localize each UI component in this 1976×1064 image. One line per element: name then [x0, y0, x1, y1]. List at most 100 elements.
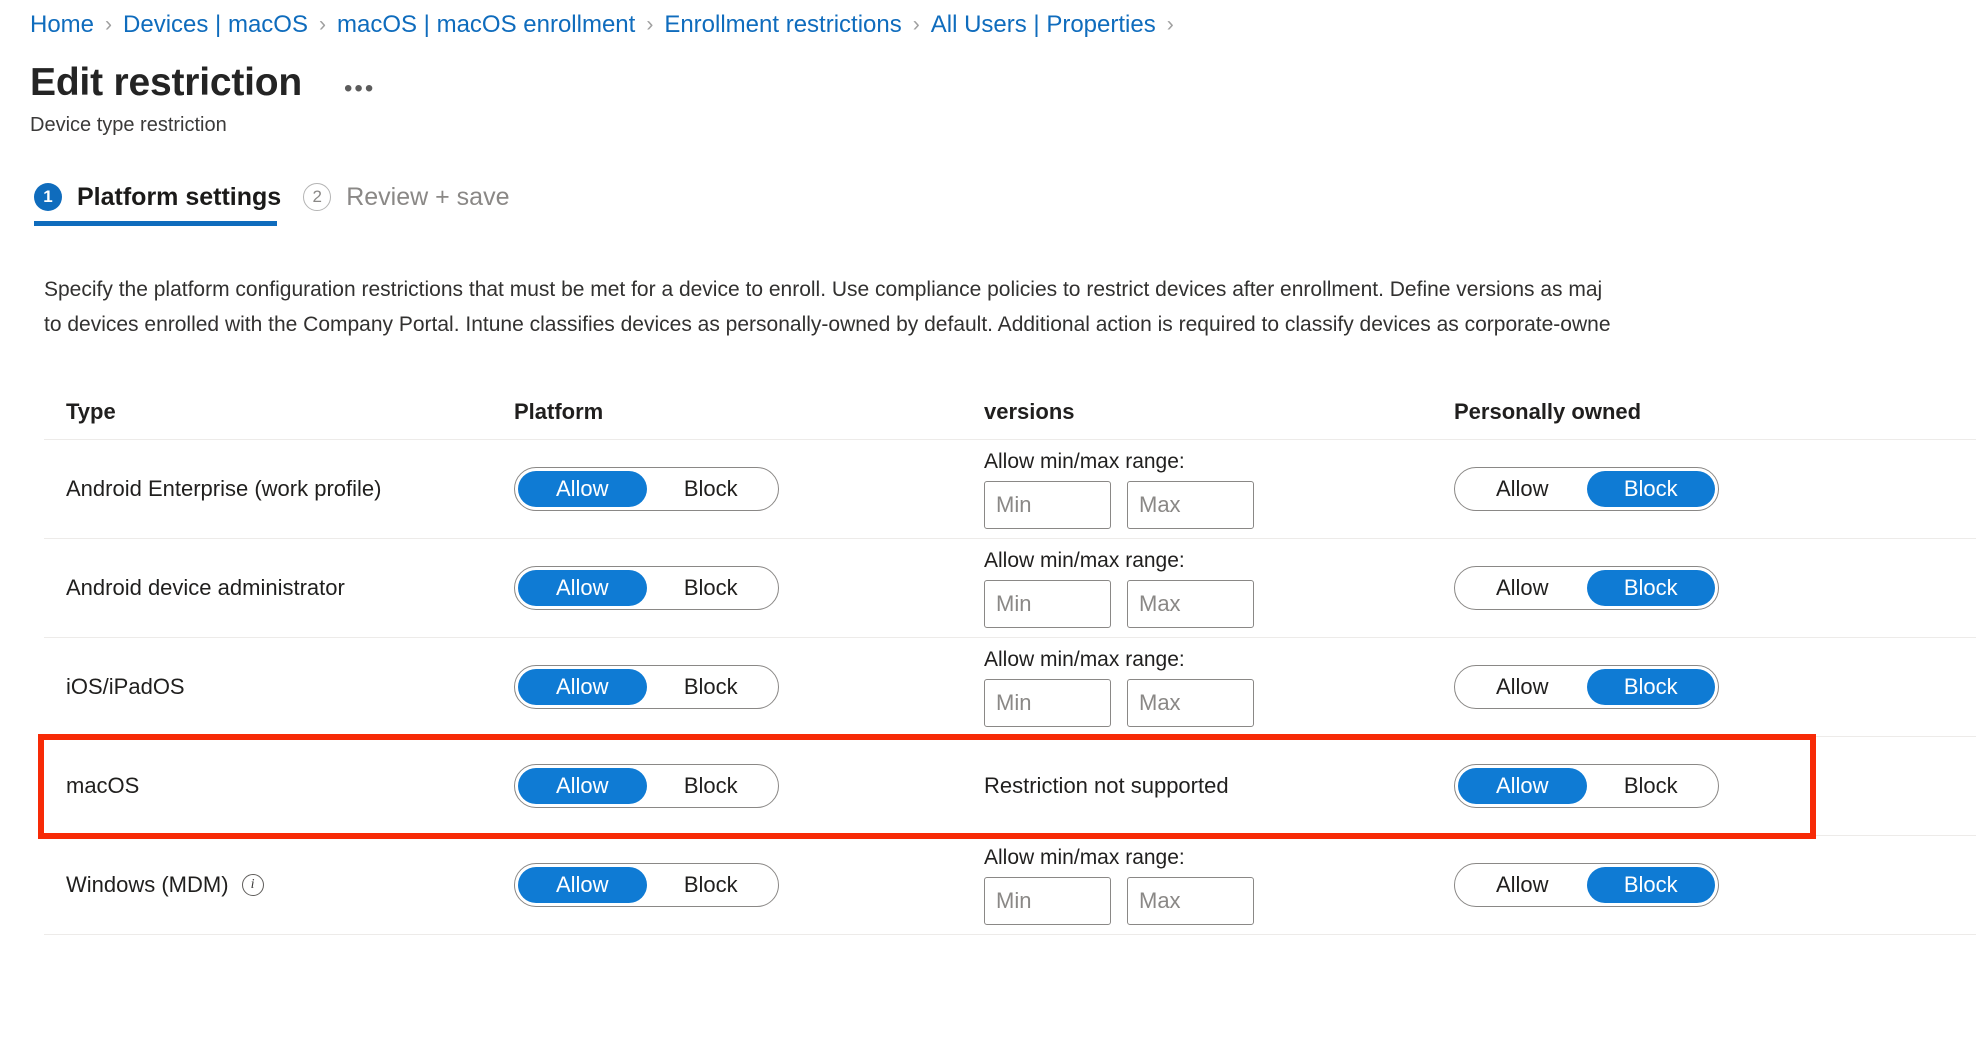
version-range-label: Allow min/max range: — [984, 846, 1185, 869]
max-version-input[interactable] — [1127, 580, 1254, 628]
row-type-cell: iOS/iPadOS — [44, 673, 514, 701]
version-range-label: Allow min/max range: — [984, 450, 1185, 473]
platform-toggle-allow-option[interactable]: Allow — [518, 570, 647, 606]
wizard-step-1-label: Platform settings — [77, 183, 282, 211]
column-header-type: Type — [66, 399, 116, 424]
row-platform-cell: Allow Block — [514, 863, 984, 907]
platform-toggle-allow-option[interactable]: Allow — [518, 768, 647, 804]
table-row: iOS/iPadOS Allow Block Allow min/max range:… — [44, 638, 1976, 737]
breadcrumb-item-1[interactable]: Devices | macOS — [123, 10, 308, 40]
description-text: Specify the platform configuration restr… — [44, 272, 1976, 342]
min-version-input[interactable] — [984, 580, 1111, 628]
row-type-cell: Windows (MDM) i — [44, 871, 514, 899]
row-type-label: Windows (MDM) — [66, 872, 229, 897]
column-header-platform: Platform — [514, 399, 604, 424]
max-version-input[interactable] — [1127, 877, 1254, 925]
row-versions-cell: Restriction not supported — [984, 773, 1454, 799]
row-platform-cell: Allow Block — [514, 764, 984, 808]
min-version-input[interactable] — [984, 679, 1111, 727]
wizard-step-2[interactable]: 2 Review + save — [299, 182, 527, 226]
personally-owned-toggle[interactable]: Allow Block — [1454, 566, 1719, 610]
platform-toggle[interactable]: Allow Block — [514, 665, 779, 709]
breadcrumb-item-4[interactable]: All Users | Properties — [931, 10, 1156, 40]
personally-owned-toggle-block-option[interactable]: Block — [1586, 471, 1715, 507]
personally-owned-toggle-block-option[interactable]: Block — [1586, 570, 1715, 606]
wizard-step-2-label: Review + save — [346, 183, 510, 211]
row-type-label: iOS/iPadOS — [66, 674, 185, 699]
version-range-label: Allow min/max range: — [984, 648, 1185, 671]
platform-toggle-allow-option[interactable]: Allow — [518, 669, 647, 705]
row-type-label: Android device administrator — [66, 575, 345, 600]
row-versions-cell: Allow min/max range: — [984, 548, 1454, 628]
row-personally-owned-cell: Allow Block — [1454, 467, 1934, 511]
min-version-input[interactable] — [984, 877, 1111, 925]
platform-toggle-allow-option[interactable]: Allow — [518, 867, 647, 903]
personally-owned-toggle-block-option[interactable]: Block — [1587, 768, 1716, 804]
platform-toggle[interactable]: Allow Block — [514, 764, 779, 808]
table-row: Android device administrator Allow Block Al… — [44, 539, 1976, 638]
row-personally-owned-cell: Allow Block — [1454, 863, 1934, 907]
max-version-input[interactable] — [1127, 481, 1254, 529]
column-header-personally-owned: Personally owned — [1454, 399, 1642, 424]
platform-toggle-block-option[interactable]: Block — [647, 768, 776, 804]
platform-toggle-allow-option[interactable]: Allow — [518, 471, 647, 507]
version-range-label: Allow min/max range: — [984, 549, 1185, 572]
personally-owned-toggle[interactable]: Allow Block — [1454, 764, 1719, 808]
versions-status-text: Restriction not supported — [984, 773, 1229, 798]
breadcrumb-item-2[interactable]: macOS | macOS enrollment — [337, 10, 635, 40]
version-range-inputs — [984, 679, 1454, 727]
page-title: Edit restriction — [30, 61, 303, 104]
personally-owned-toggle[interactable]: Allow Block — [1454, 863, 1719, 907]
wizard-step-1[interactable]: 1 Platform settings — [30, 182, 299, 226]
table-header-row: Type Platform versions Personally owned — [44, 380, 1976, 440]
version-range-inputs — [984, 877, 1454, 925]
page-subtitle: Device type restriction — [30, 114, 227, 136]
wizard-step-1-number: 1 — [34, 183, 62, 211]
page-header: Edit restriction ••• Device type restric… — [0, 42, 1976, 138]
breadcrumb-separator-icon: › — [646, 13, 654, 36]
table-row: Windows (MDM) i Allow Block Allow min/max ra… — [44, 836, 1976, 935]
max-version-input[interactable] — [1127, 679, 1254, 727]
row-type-cell: Android device administrator — [44, 574, 514, 602]
more-actions-icon[interactable]: ••• — [344, 77, 375, 101]
personally-owned-toggle-allow-option[interactable]: Allow — [1458, 867, 1587, 903]
personally-owned-toggle[interactable]: Allow Block — [1454, 665, 1719, 709]
platform-toggle-block-option[interactable]: Block — [647, 669, 776, 705]
breadcrumb: Home › Devices | macOS › macOS | macOS enrol… — [0, 0, 1976, 42]
personally-owned-toggle-block-option[interactable]: Block — [1586, 867, 1715, 903]
row-versions-cell: Allow min/max range: — [984, 449, 1454, 529]
platform-toggle[interactable]: Allow Block — [514, 863, 779, 907]
platform-toggle-block-option[interactable]: Block — [647, 867, 776, 903]
breadcrumb-separator-icon: › — [912, 13, 920, 36]
personally-owned-toggle-allow-option[interactable]: Allow — [1458, 570, 1587, 606]
row-type-cell: macOS — [44, 772, 514, 800]
personally-owned-toggle-block-option[interactable]: Block — [1586, 669, 1715, 705]
wizard-step-active-underline — [34, 221, 278, 226]
platform-toggle-block-option[interactable]: Block — [647, 570, 776, 606]
info-icon[interactable]: i — [241, 874, 264, 896]
wizard-steps: 1 Platform settings 2 Review + save — [30, 182, 1976, 226]
personally-owned-toggle-allow-option[interactable]: Allow — [1458, 471, 1587, 507]
breadcrumb-item-0[interactable]: Home — [30, 10, 94, 40]
table-row: Android Enterprise (work profile) Allow Bl… — [44, 440, 1976, 539]
version-range-inputs — [984, 580, 1454, 628]
row-type-label: Android Enterprise (work profile) — [66, 476, 382, 501]
version-range-inputs — [984, 481, 1454, 529]
row-type-label: macOS — [66, 773, 140, 798]
description-line-2: to devices enrolled with the Company Por… — [44, 313, 1611, 336]
personally-owned-toggle-allow-option[interactable]: Allow — [1458, 768, 1587, 804]
platform-toggle[interactable]: Allow Block — [514, 467, 779, 511]
platform-toggle[interactable]: Allow Block — [514, 566, 779, 610]
min-version-input[interactable] — [984, 481, 1111, 529]
row-versions-cell: Allow min/max range: — [984, 647, 1454, 727]
row-platform-cell: Allow Block — [514, 665, 984, 709]
breadcrumb-item-3[interactable]: Enrollment restrictions — [664, 10, 901, 40]
row-type-cell: Android Enterprise (work profile) — [44, 475, 514, 503]
platform-toggle-block-option[interactable]: Block — [647, 471, 776, 507]
row-personally-owned-cell: Allow Block — [1454, 764, 1934, 808]
personally-owned-toggle[interactable]: Allow Block — [1454, 467, 1719, 511]
breadcrumb-separator-icon: › — [1166, 13, 1174, 36]
wizard-step-2-number: 2 — [303, 183, 332, 211]
table-row: macOS Allow Block Restriction not supported… — [44, 737, 1976, 836]
personally-owned-toggle-allow-option[interactable]: Allow — [1458, 669, 1587, 705]
